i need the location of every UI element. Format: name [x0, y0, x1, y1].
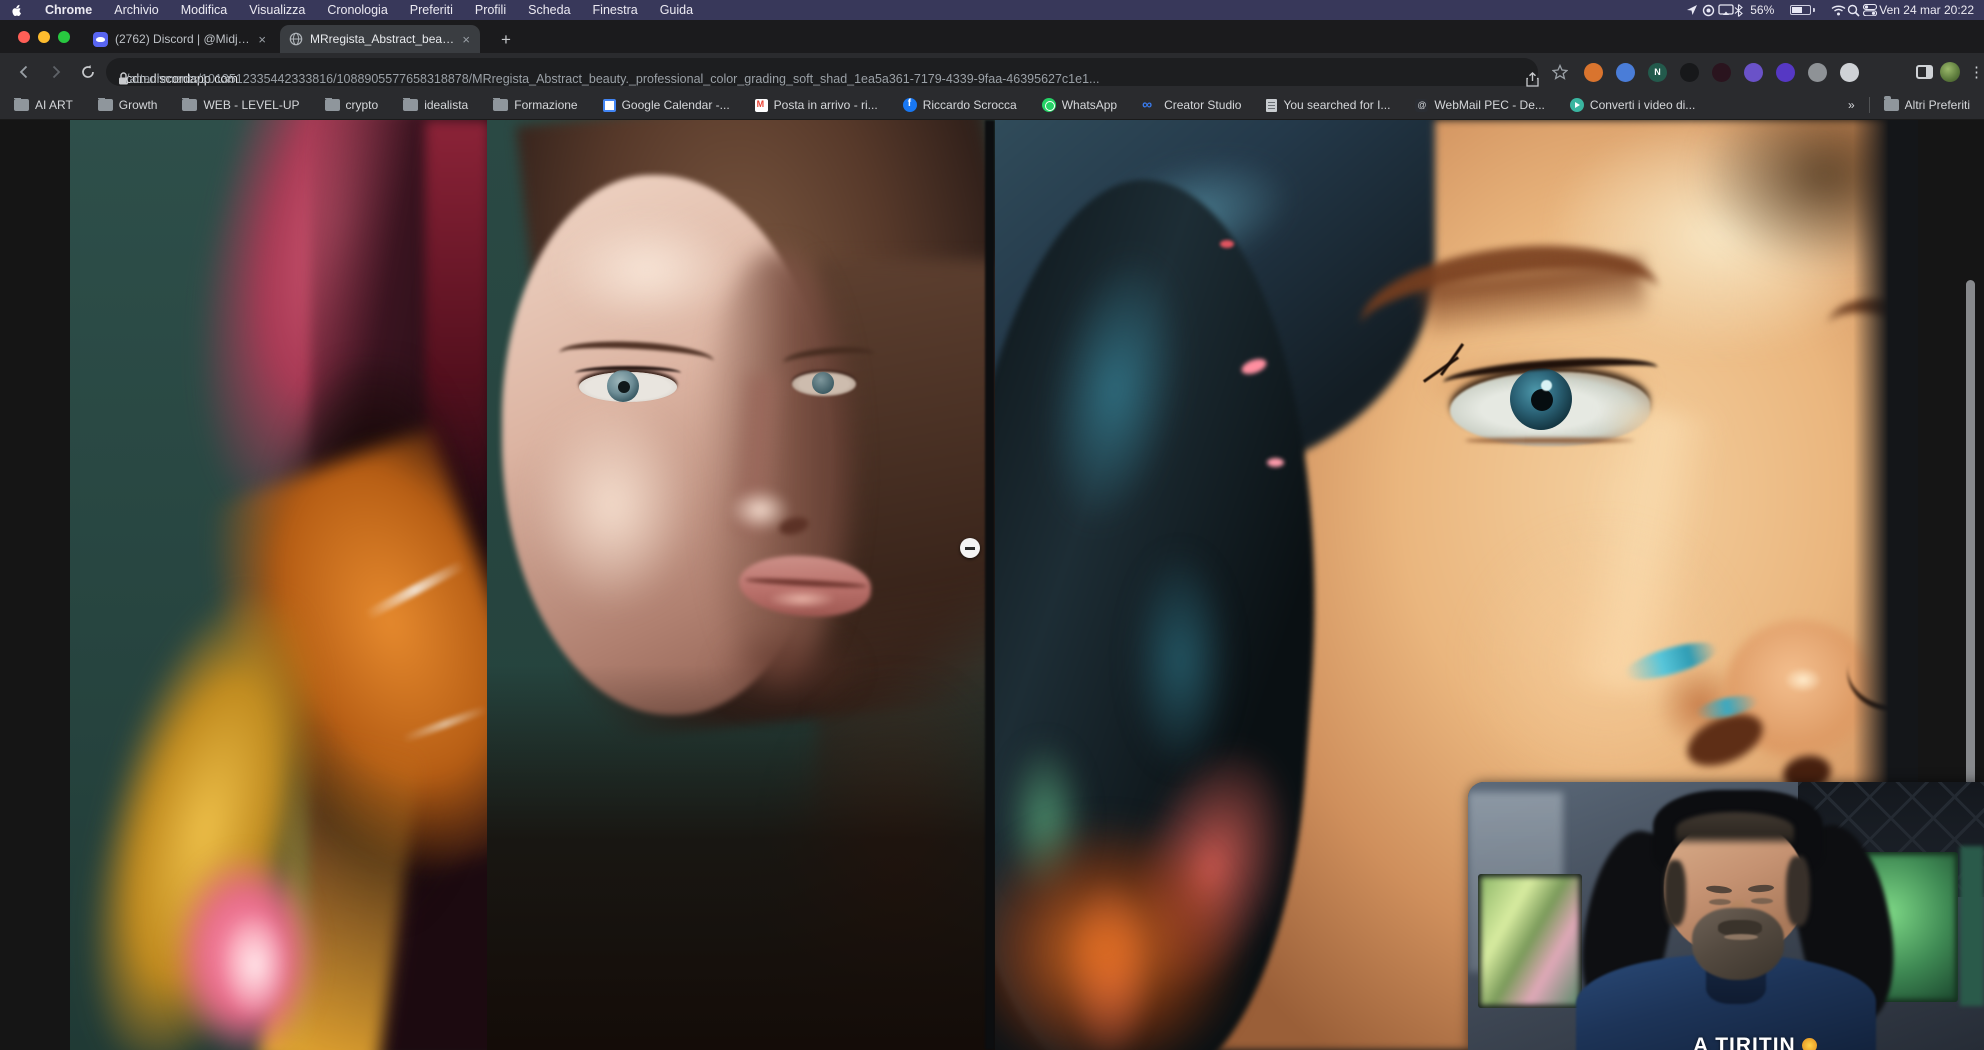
screen: Chrome Archivio Modifica Visualizza Cron… — [0, 0, 1984, 1050]
menu-item-profili[interactable]: Profili — [475, 3, 506, 17]
extension-icon[interactable] — [1776, 63, 1795, 82]
tab-strip: (2762) Discord | @Midjourney × MRregista… — [0, 20, 1984, 53]
bookmark-item[interactable]: AI ART — [14, 98, 73, 112]
artwork-panel-portrait — [487, 120, 995, 1050]
bookmark-icon — [98, 99, 113, 111]
extension-icon[interactable] — [1680, 63, 1699, 82]
bookmark-item[interactable]: crypto — [325, 98, 379, 112]
tab-close-icon[interactable]: × — [257, 32, 267, 47]
webcam-overlay: A TIRITIN — [1468, 782, 1984, 1050]
other-bookmarks-folder[interactable]: Altri Preferiti — [1884, 98, 1970, 112]
apple-menu-icon[interactable] — [10, 3, 23, 18]
artwork-panel-abstract — [70, 120, 487, 1050]
bookmark-icon — [1042, 98, 1056, 112]
tab-image-active[interactable]: MRregista_Abstract_beauty._ × — [280, 25, 480, 53]
address-bar[interactable]: cdn.discordapp.com/attachments/101351233… — [106, 58, 1538, 86]
bookmarks-right: » Altri Preferiti — [1848, 97, 1970, 113]
battery-charging-icon — [1790, 5, 1815, 15]
menu-item-cronologia[interactable]: Cronologia — [327, 3, 387, 17]
menu-item-archivio[interactable]: Archivio — [114, 3, 158, 17]
extension-icon[interactable] — [1616, 63, 1635, 82]
forward-button[interactable] — [44, 60, 68, 84]
globe-favicon-icon — [289, 32, 303, 46]
extension-icon[interactable] — [1840, 63, 1859, 82]
bookmark-icon — [903, 98, 917, 112]
profile-avatar[interactable] — [1938, 60, 1962, 84]
extension-icon[interactable] — [1712, 63, 1731, 82]
bookmark-icon — [1415, 99, 1428, 112]
menu-item-visualizza[interactable]: Visualizza — [249, 3, 305, 17]
tab-discord[interactable]: (2762) Discord | @Midjourney × — [84, 25, 276, 53]
window-minimize-button[interactable] — [38, 31, 50, 43]
bookmark-icon — [755, 99, 768, 112]
bookmark-item[interactable]: WEB - LEVEL-UP — [182, 98, 299, 112]
bookmark-item[interactable]: Riccardo Scrocca — [903, 98, 1017, 112]
menu-item-chrome[interactable]: Chrome — [45, 3, 92, 17]
extensions-row: N — [1584, 60, 1859, 84]
menu-bar-clock[interactable]: Ven 24 mar 20:22 — [1879, 3, 1974, 17]
bookmark-icon — [1142, 99, 1158, 112]
bookmark-item[interactable]: Posta in arrivo - ri... — [755, 98, 878, 112]
macos-menu-bar: Chrome Archivio Modifica Visualizza Cron… — [0, 0, 1984, 20]
zoom-out-cursor-icon — [960, 538, 980, 558]
tab-close-icon[interactable]: × — [461, 32, 471, 47]
tab-title: MRregista_Abstract_beauty._ — [310, 32, 454, 46]
tab-title: (2762) Discord | @Midjourney — [115, 32, 250, 46]
discord-favicon-icon — [93, 32, 108, 47]
bookmark-item[interactable]: Converti i video di... — [1570, 98, 1695, 112]
bookmark-item[interactable]: WebMail PEC - De... — [1415, 98, 1544, 112]
bookmark-star-icon[interactable] — [1548, 60, 1572, 84]
caption-text: A TIRITIN — [1693, 1034, 1796, 1050]
window-close-button[interactable] — [18, 31, 30, 43]
page-content: A TIRITIN — [0, 120, 1984, 1050]
bookmark-item[interactable]: Growth — [98, 98, 158, 112]
bookmark-item[interactable]: You searched for I... — [1266, 98, 1390, 112]
bookmark-item[interactable]: Creator Studio — [1142, 98, 1241, 112]
bookmark-item[interactable]: idealista — [403, 98, 468, 112]
clipped-caption: A TIRITIN — [1693, 1034, 1933, 1050]
bookmark-item[interactable]: WhatsApp — [1042, 98, 1117, 112]
folder-icon — [1884, 99, 1899, 111]
battery-percent: 56% — [1750, 3, 1774, 17]
reload-button[interactable] — [76, 60, 100, 84]
browser-menu-icon[interactable]: ⋮ — [1962, 60, 1984, 84]
menu-item-guida[interactable]: Guida — [660, 3, 693, 17]
bookmarks-list: AI ART Growth WEB - LEVEL-UP crypto — [14, 98, 1848, 112]
bookmarks-overflow-chevron[interactable]: » — [1848, 98, 1855, 112]
bookmark-item[interactable]: Google Calendar -... — [603, 98, 730, 112]
back-button[interactable] — [12, 60, 36, 84]
bookmark-icon — [1266, 99, 1277, 112]
menu-item-preferiti[interactable]: Preferiti — [410, 3, 453, 17]
bookmark-item[interactable]: Formazione — [493, 98, 577, 112]
menu-item-scheda[interactable]: Scheda — [528, 3, 570, 17]
bookmark-icon — [325, 99, 340, 111]
extension-icon[interactable] — [1744, 63, 1763, 82]
menu-item-modifica[interactable]: Modifica — [181, 3, 228, 17]
menu-item-finestra[interactable]: Finestra — [593, 3, 638, 17]
bookmarks-bar: AI ART Growth WEB - LEVEL-UP crypto — [0, 91, 1984, 120]
side-panel-icon[interactable] — [1912, 60, 1936, 84]
bookmark-icon — [493, 99, 508, 111]
extension-icon[interactable]: N — [1648, 63, 1667, 82]
bookmarks-divider — [1869, 97, 1870, 113]
bookmark-icon — [1570, 98, 1584, 112]
extension-icon[interactable] — [1808, 63, 1827, 82]
extension-icon[interactable] — [1584, 63, 1603, 82]
bookmark-icon — [14, 99, 29, 111]
bookmark-icon — [182, 99, 197, 111]
window-zoom-button[interactable] — [58, 31, 70, 43]
sparkle-emoji-icon — [1802, 1038, 1817, 1050]
bookmark-icon — [403, 99, 418, 111]
bookmark-icon — [603, 99, 616, 112]
new-tab-button[interactable]: + — [494, 28, 518, 52]
browser-toolbar: cdn.discordapp.com/attachments/101351233… — [0, 53, 1984, 91]
